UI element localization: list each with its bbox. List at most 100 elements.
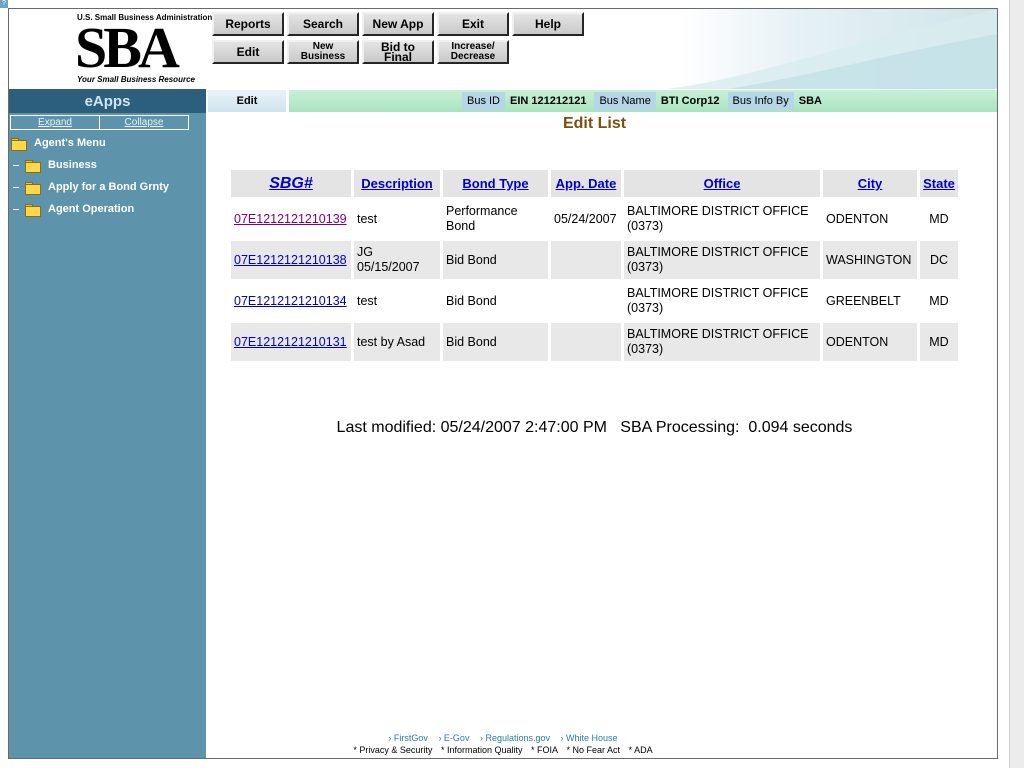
privacy-link[interactable]: * Privacy & Security [353, 745, 432, 755]
tree-controls: Expand Collapse [10, 115, 189, 130]
folder-icon [11, 137, 27, 151]
search-button[interactable]: Search [287, 12, 359, 36]
sort-app-date-link[interactable]: App. Date [556, 176, 617, 191]
office-cell: BALTIMORE DISTRICT OFFICE (0373) [624, 241, 820, 279]
tree-item-label: Business [48, 159, 97, 171]
table-row: 07E1212121210139 test Performance Bond 0… [231, 200, 958, 238]
table-header-row: SBG# Description Bond Type App. Date Off… [231, 170, 958, 197]
table-row: 07E1212121210134 test Bid Bond BALTIMORE… [231, 282, 958, 320]
tree-item-apply-bond[interactable]: Apply for a Bond Grnty [13, 181, 169, 195]
bond-type-cell: Performance Bond [446, 204, 518, 233]
white-house-link[interactable]: › White House [561, 733, 618, 743]
header: U.S. Small Business Administration SBA Y… [9, 9, 997, 89]
edit-button[interactable]: Edit [212, 40, 284, 64]
sort-state-link[interactable]: State [923, 176, 955, 191]
bond-type-cell: Bid Bond [446, 293, 497, 308]
description-cell: test by Asad [354, 323, 440, 361]
column-header-description[interactable]: Description [354, 170, 440, 197]
tree-item-label: Agent Operation [48, 203, 135, 215]
reports-button[interactable]: Reports [212, 12, 284, 36]
description-cell: JG 05/15/2007 [354, 241, 440, 279]
footer-links: › FirstGov › E-Gov › Regulations.gov › W… [9, 733, 997, 743]
tree-item-business[interactable]: Business [13, 159, 97, 173]
bus-name-value: BTI Corp12 [660, 95, 720, 107]
app-date-cell [551, 241, 621, 279]
status-line: Last modified: 05/24/2007 2:47:00 PM SBA… [336, 419, 853, 436]
state-cell: DC [920, 241, 958, 279]
vertical-scrollbar[interactable] [1009, 0, 1024, 768]
bond-type-cell: Bid Bond [443, 241, 548, 279]
increase-decrease-button[interactable]: Increase/ Decrease [437, 40, 509, 64]
sbg-link[interactable]: 07E1212121210138 [234, 253, 347, 267]
expand-link[interactable]: Expand [11, 116, 99, 129]
page-icon: ? [0, 0, 8, 8]
description-cell: test [357, 211, 378, 226]
tree-branch [13, 164, 19, 166]
column-header-city[interactable]: City [823, 170, 917, 197]
tree-branch [13, 186, 19, 188]
bus-name-label: Bus Name [594, 92, 656, 110]
app-date-cell: 05/24/2007 [554, 211, 617, 226]
folder-icon [25, 203, 41, 217]
help-button[interactable]: Help [512, 12, 584, 36]
regulations-link[interactable]: › Regulations.gov [480, 733, 550, 743]
sort-description-link[interactable]: Description [361, 176, 433, 191]
collapse-link[interactable]: Collapse [99, 116, 188, 129]
bus-info-value: SBA [798, 95, 822, 107]
edit-list-table: SBG# Description Bond Type App. Date Off… [228, 167, 961, 364]
tree-item-agent-operation[interactable]: Agent Operation [13, 203, 135, 217]
state-cell: MD [929, 211, 949, 226]
egov-link[interactable]: › E-Gov [438, 733, 469, 743]
sort-city-link[interactable]: City [858, 176, 883, 191]
information-quality-link[interactable]: * Information Quality [441, 745, 523, 755]
city-cell: ODENTON [823, 323, 917, 361]
bus-id-label: Bus ID [461, 92, 505, 110]
no-fear-act-link[interactable]: * No Fear Act [567, 745, 621, 755]
page-frame: U.S. Small Business Administration SBA Y… [8, 8, 998, 759]
sort-sbg-link[interactable]: SBG# [269, 175, 313, 192]
sba-logo[interactable]: U.S. Small Business Administration SBA Y… [75, 11, 212, 87]
sbg-link[interactable]: 07E1212121210139 [234, 212, 347, 226]
sbg-link[interactable]: 07E1212121210134 [234, 294, 347, 308]
office-cell: BALTIMORE DISTRICT OFFICE (0373) [627, 204, 809, 233]
tree-agents-menu-label: Agent's Menu [34, 137, 106, 149]
exit-button[interactable]: Exit [437, 12, 509, 36]
new-app-button[interactable]: New App [362, 12, 434, 36]
page-title: Edit List [562, 115, 627, 132]
ada-link[interactable]: * ADA [629, 745, 653, 755]
sbg-link[interactable]: 07E1212121210131 [234, 335, 347, 349]
sbg-cell: 07E1212121210138 [231, 241, 351, 279]
table-row: 07E1212121210138 JG 05/15/2007 Bid Bond … [231, 241, 958, 279]
app-date-cell [551, 282, 621, 320]
firstgov-link[interactable]: › FirstGov [388, 733, 428, 743]
state-cell: MD [920, 323, 958, 361]
sidebar: eApps Expand Collapse Agent's Menu Busin… [9, 89, 206, 758]
sort-office-link[interactable]: Office [704, 176, 741, 191]
tree-item-label: Apply for a Bond Grnty [48, 181, 169, 193]
description-cell: test [357, 293, 378, 308]
sort-bond-type-link[interactable]: Bond Type [462, 176, 528, 191]
column-header-office[interactable]: Office [624, 170, 820, 197]
bus-info-label: Bus Info By [727, 92, 794, 110]
new-business-button[interactable]: New Business [287, 40, 359, 64]
folder-icon [25, 159, 41, 173]
sidebar-title: eApps [9, 89, 206, 113]
bid-to-final-button[interactable]: Bid to Final [362, 40, 434, 64]
city-cell: GREENBELT [826, 293, 901, 308]
tree-agents-menu[interactable]: Agent's Menu [11, 137, 106, 151]
office-cell: BALTIMORE DISTRICT OFFICE (0373) [624, 323, 820, 361]
bus-id-value: EIN 121212121 [510, 95, 587, 107]
foia-link[interactable]: * FOIA [531, 745, 558, 755]
column-header-app-date[interactable]: App. Date [551, 170, 621, 197]
tab-edit[interactable]: Edit [208, 90, 286, 112]
office-cell: BALTIMORE DISTRICT OFFICE (0373) [627, 286, 809, 315]
column-header-sbg[interactable]: SBG# [231, 170, 351, 197]
logo-wordmark: SBA [75, 15, 180, 80]
column-header-bond-type[interactable]: Bond Type [443, 170, 548, 197]
sbg-cell: 07E1212121210134 [231, 282, 351, 320]
table-row: 07E1212121210131 test by Asad Bid Bond B… [231, 323, 958, 361]
city-cell: WASHINGTON [823, 241, 917, 279]
app-date-cell [551, 323, 621, 361]
column-header-state[interactable]: State [920, 170, 958, 197]
footer-policies: * Privacy & Security * Information Quali… [9, 745, 997, 755]
